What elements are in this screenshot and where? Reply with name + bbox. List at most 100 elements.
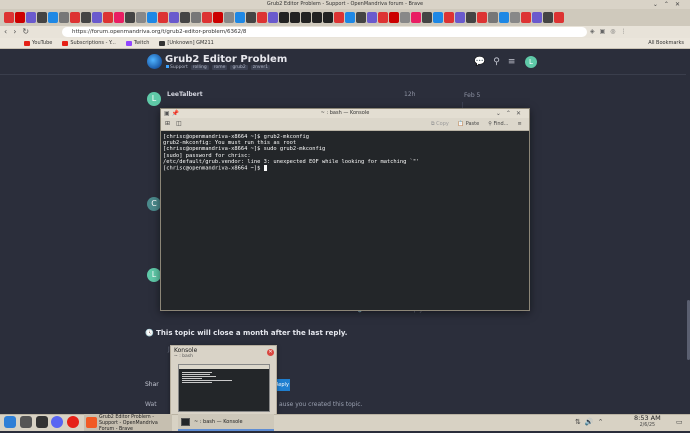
terminal-output[interactable]: [chrisc@openmandriva-x8664 ~]$ grub2-mkc… xyxy=(161,131,529,310)
browser-tab[interactable] xyxy=(147,12,157,23)
konsole-app-icon[interactable]: ▣ 📌 xyxy=(164,109,179,118)
browser-tab[interactable] xyxy=(477,12,487,23)
extension-icons[interactable]: ◈▣◎⋮ xyxy=(590,27,632,37)
browser-tab[interactable] xyxy=(279,12,289,23)
browser-tab[interactable] xyxy=(26,12,36,23)
tag[interactable]: rome xyxy=(211,65,228,70)
preview-close-icon[interactable]: ✕ xyxy=(267,349,274,356)
browser-tab[interactable] xyxy=(455,12,465,23)
bookmark-item[interactable]: YouTube xyxy=(24,40,52,46)
browser-tab[interactable] xyxy=(246,12,256,23)
user-avatar[interactable]: L xyxy=(525,56,537,68)
all-bookmarks-link[interactable]: All Bookmarks xyxy=(648,38,684,49)
konsole-title-bar[interactable]: ~ : bash — Konsole xyxy=(161,109,529,118)
post-avatar[interactable]: L xyxy=(147,92,161,106)
browser-tab[interactable] xyxy=(356,12,366,23)
browser-tab[interactable] xyxy=(59,12,69,23)
konsole-window[interactable]: ~ : bash — Konsole ▣ 📌 ⌄⌃✕ ⊞◫ ⧉ Copy 📋 P… xyxy=(160,108,530,311)
browser-tab[interactable] xyxy=(334,12,344,23)
find-button[interactable]: ⚲ Find... xyxy=(488,121,508,127)
browser-tab[interactable] xyxy=(312,12,322,23)
browser-tab[interactable] xyxy=(235,12,245,23)
browser-tab[interactable] xyxy=(301,12,311,23)
browser-tab[interactable] xyxy=(103,12,113,23)
browser-tab[interactable] xyxy=(180,12,190,23)
browser-tab[interactable] xyxy=(466,12,476,23)
post-avatar[interactable]: C xyxy=(147,197,161,211)
tab-strip[interactable] xyxy=(0,9,690,26)
browser-tab[interactable] xyxy=(290,12,300,23)
terminal-launcher-icon[interactable] xyxy=(36,416,48,428)
browser-tab[interactable] xyxy=(15,12,25,23)
share-button[interactable]: Shar xyxy=(145,381,159,388)
app-launcher-icon[interactable] xyxy=(4,416,16,428)
browser-tab[interactable] xyxy=(268,12,278,23)
browser-tab[interactable] xyxy=(543,12,553,23)
task-konsole-label: ~ : bash — Konsole xyxy=(194,419,243,425)
paste-button[interactable]: 📋 Paste xyxy=(458,121,479,127)
window-controls[interactable]: ⌄⌃✕ xyxy=(653,1,686,8)
bookmark-item[interactable]: Subscriptions - Y... xyxy=(62,40,116,46)
browser-tab[interactable] xyxy=(554,12,564,23)
browser-tab[interactable] xyxy=(257,12,267,23)
desktop-icon[interactable] xyxy=(20,416,32,428)
browser-tab[interactable] xyxy=(510,12,520,23)
bookmark-item[interactable]: [Unknown] GM211 xyxy=(159,40,214,46)
tag[interactable]: grub2 xyxy=(230,65,248,70)
post-avatar[interactable]: L xyxy=(147,268,161,282)
preview-thumbnail[interactable] xyxy=(178,364,270,412)
hamburger-menu-icon[interactable]: ≡ xyxy=(517,121,521,127)
browser-tab[interactable] xyxy=(37,12,47,23)
header-icons[interactable]: 💬⚲≡ xyxy=(474,57,523,67)
browser-tab[interactable] xyxy=(169,12,179,23)
browser-tab[interactable] xyxy=(400,12,410,23)
browser-tab[interactable] xyxy=(81,12,91,23)
browser-tab[interactable] xyxy=(532,12,542,23)
browser-tab[interactable] xyxy=(136,12,146,23)
browser-tab[interactable] xyxy=(389,12,399,23)
address-input[interactable]: https://forum.openmandriva.org/t/grub2-e… xyxy=(62,27,587,37)
show-desktop-icon[interactable]: ▭ xyxy=(676,418,683,426)
nav-buttons[interactable]: ‹›↻ xyxy=(4,26,35,38)
browser-tab[interactable] xyxy=(202,12,212,23)
browser-tab[interactable] xyxy=(422,12,432,23)
browser-tab[interactable] xyxy=(499,12,509,23)
discord-icon[interactable] xyxy=(51,416,63,428)
browser-tab[interactable] xyxy=(367,12,377,23)
system-tray[interactable]: ⇅🔊⌃ xyxy=(575,418,607,426)
media-app-icon[interactable] xyxy=(67,416,79,428)
browser-tab[interactable] xyxy=(158,12,168,23)
browser-tab[interactable] xyxy=(125,12,135,23)
browser-tab[interactable] xyxy=(488,12,498,23)
browser-tab[interactable] xyxy=(70,12,80,23)
browser-tab[interactable] xyxy=(114,12,124,23)
browser-tab[interactable] xyxy=(521,12,531,23)
topic-title[interactable]: Grub2 Editor Problem xyxy=(165,54,287,65)
browser-tab[interactable] xyxy=(213,12,223,23)
tag[interactable]: rolling xyxy=(190,65,209,70)
copy-button[interactable]: ⧉ Copy xyxy=(431,121,449,127)
browser-tab[interactable] xyxy=(345,12,355,23)
browser-tab[interactable] xyxy=(378,12,388,23)
konsole-toolbar-actions[interactable]: ⧉ Copy 📋 Paste ⚲ Find... ≡ xyxy=(431,121,522,127)
browser-tab[interactable] xyxy=(411,12,421,23)
clock[interactable]: 8:53 AM 2/6/25 xyxy=(634,415,661,429)
browser-tab[interactable] xyxy=(4,12,14,23)
category-badge[interactable]: Support xyxy=(166,65,188,70)
browser-tab[interactable] xyxy=(191,12,201,23)
konsole-window-controls[interactable]: ⌄⌃✕ xyxy=(496,109,526,118)
konsole-tab-icons[interactable]: ⊞◫ xyxy=(165,120,188,127)
watching-label[interactable]: Wat xyxy=(145,401,157,408)
timeline-date[interactable]: Feb 5 xyxy=(464,92,480,99)
browser-tab[interactable] xyxy=(224,12,234,23)
browser-tab[interactable] xyxy=(433,12,443,23)
browser-tab[interactable] xyxy=(323,12,333,23)
tag[interactable]: znver1 xyxy=(250,65,271,70)
openmandriva-logo[interactable] xyxy=(147,54,162,69)
bookmark-item[interactable]: Twitch xyxy=(125,40,149,46)
task-preview[interactable]: Konsole ~ : bash ✕ xyxy=(170,345,277,415)
browser-tab[interactable] xyxy=(92,12,102,23)
browser-tab[interactable] xyxy=(444,12,454,23)
browser-tab[interactable] xyxy=(48,12,58,23)
post-username[interactable]: LeeTalbert xyxy=(167,91,203,98)
